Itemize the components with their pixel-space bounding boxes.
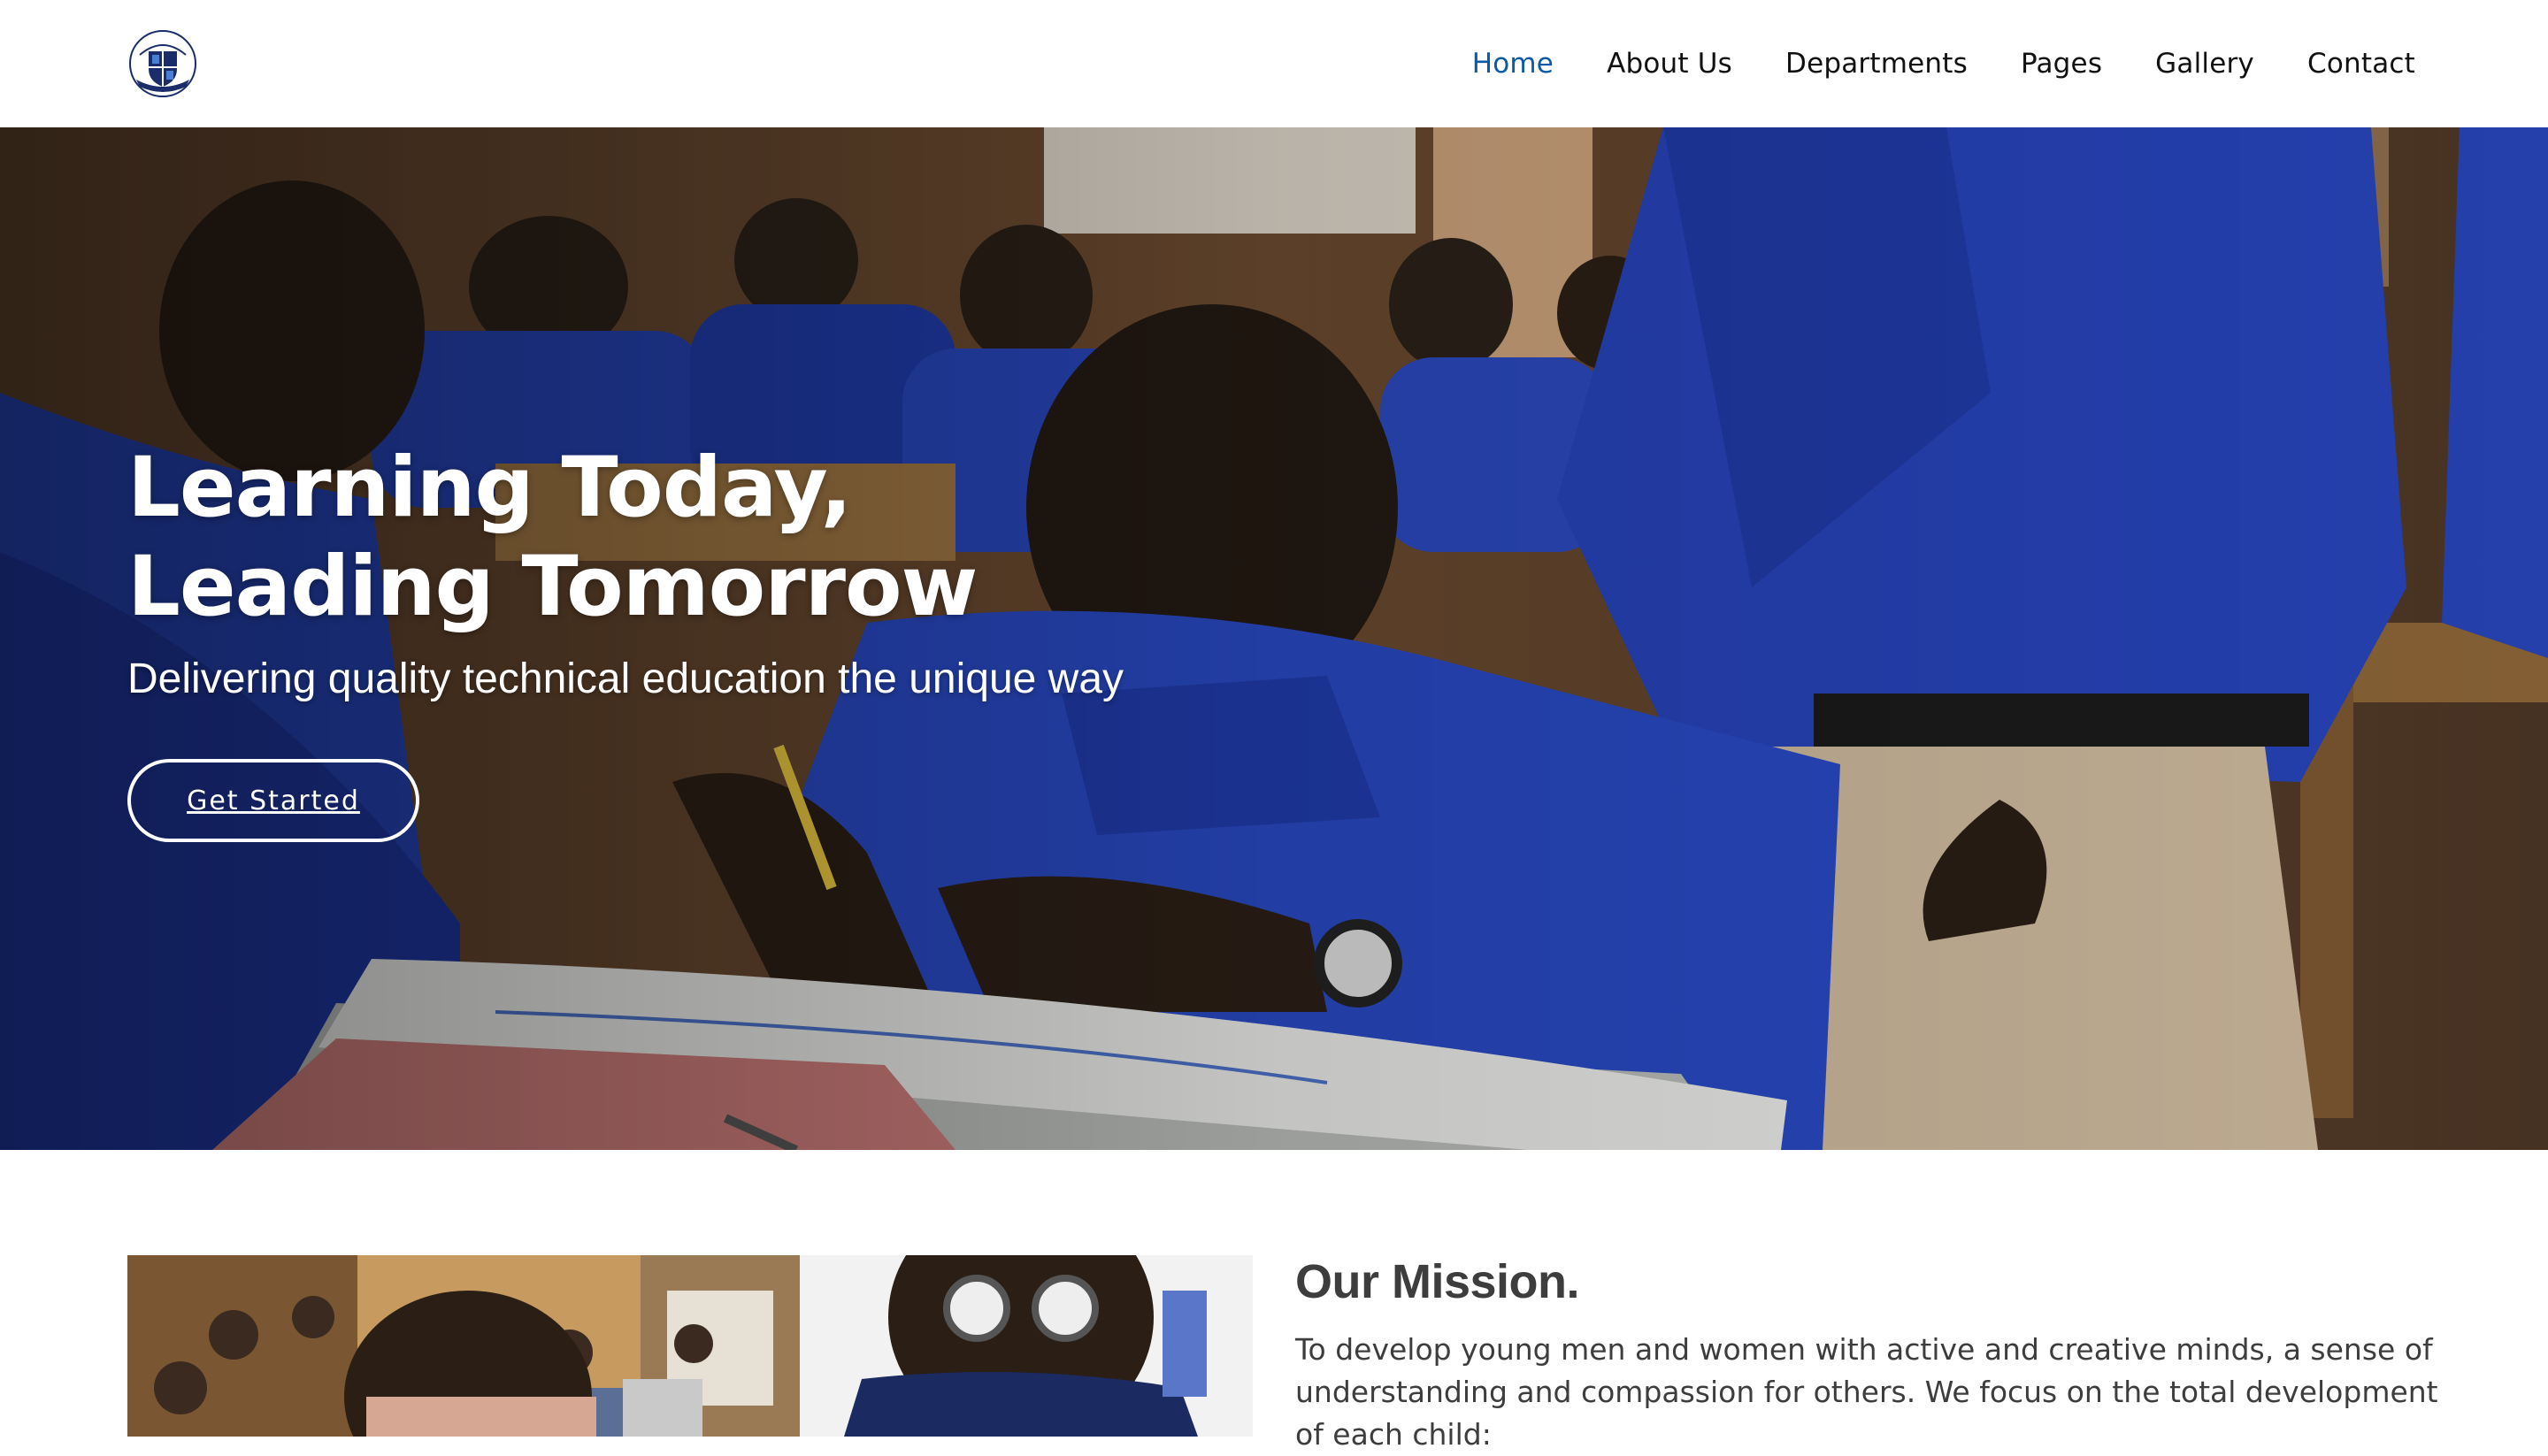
mission-photo — [127, 1255, 1253, 1437]
mission-text: Our Mission. To develop young men and wo… — [1295, 1254, 2445, 1456]
school-crest-logo[interactable] — [127, 28, 198, 99]
mission-section: Our Mission. To develop young men and wo… — [0, 1150, 2548, 1452]
nav-home[interactable]: Home — [1472, 48, 1554, 80]
main-nav: Home About Us Departments Pages Gallery … — [1472, 48, 2421, 80]
get-started-button[interactable]: Get Started — [127, 759, 419, 842]
nav-contact[interactable]: Contact — [2307, 48, 2415, 80]
mission-title: Our Mission. — [1295, 1255, 1580, 1308]
hero-title: Learning Today, Leading Tomorrow — [127, 439, 1278, 637]
hero-content: Learning Today, Leading Tomorrow Deliver… — [127, 439, 1278, 842]
nav-pages[interactable]: Pages — [2021, 48, 2102, 80]
hero-subtitle: Delivering quality technical education t… — [127, 655, 1124, 702]
site-header: Home About Us Departments Pages Gallery … — [0, 0, 2548, 127]
hero-title-line-1: Learning Today, — [127, 440, 852, 536]
mission-body: To develop young men and women with acti… — [1295, 1332, 2438, 1452]
nav-departments[interactable]: Departments — [1785, 48, 1968, 80]
hero-banner: Learning Today, Leading Tomorrow Deliver… — [0, 127, 2548, 1150]
hero-title-line-2: Leading Tomorrow — [127, 539, 978, 635]
nav-gallery[interactable]: Gallery — [2155, 48, 2254, 80]
nav-about-us[interactable]: About Us — [1607, 48, 1732, 80]
workshop-students-photo — [127, 1255, 1253, 1437]
